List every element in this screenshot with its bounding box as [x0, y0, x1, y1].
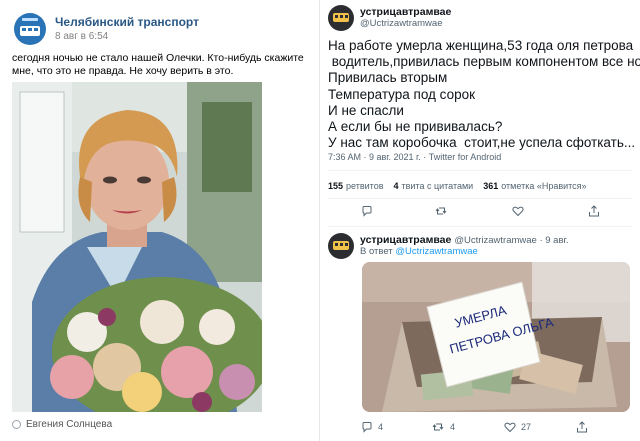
tweet-line: Температура под сорок	[328, 86, 475, 102]
tweet-line: А если бы не прививалась?	[328, 119, 503, 135]
author-pin-icon	[12, 420, 21, 429]
tweet-line: На работе умерла женщина,53 года оля пет…	[328, 38, 634, 53]
reply-actions: 4 4 27	[320, 421, 640, 435]
retweet-count: 4	[450, 422, 456, 432]
photo-author[interactable]: Евгения Солнцева	[12, 419, 112, 430]
tweet-author-avatar[interactable]	[328, 5, 354, 31]
tweet-line: У нас там коробочка стоит,не успела сфот…	[328, 135, 636, 151]
like-count: 27	[521, 422, 532, 432]
post-date[interactable]: 8 авг в 6:54	[55, 31, 108, 42]
share-icon[interactable]	[576, 421, 588, 433]
retweet-icon[interactable]	[432, 421, 444, 433]
tweet-actions	[320, 205, 640, 219]
reply-icon[interactable]	[361, 421, 373, 433]
separator	[328, 226, 632, 227]
reply-author-block[interactable]: устрицавтрамвае @Uctrizawtramwae · 9 авг…	[360, 234, 568, 246]
reply-display-name[interactable]: устрицавтрамвае	[360, 234, 451, 246]
tweet-timestamp[interactable]: 7:36 AM · 9 авг. 2021 г. · Twitter for A…	[328, 152, 501, 162]
tram-avatar-icon	[333, 241, 349, 250]
tram-avatar-icon	[333, 13, 349, 22]
retweet-icon[interactable]	[435, 205, 447, 217]
like-icon[interactable]	[512, 205, 524, 217]
reply-icon[interactable]	[361, 205, 373, 217]
likes-stat[interactable]: 361 отметка «Нравится»	[483, 181, 586, 191]
separator	[328, 198, 632, 199]
share-icon[interactable]	[588, 205, 600, 217]
reply-photo[interactable]: УМЕРЛА ПЕТРОВА ОЛЬГА	[362, 262, 630, 412]
retweets-stat[interactable]: 155 ретвитов	[328, 181, 383, 191]
post-photo[interactable]	[12, 82, 262, 412]
tweet-line: И не спасли	[328, 102, 404, 118]
photo-author-name: Евгения Солнцева	[26, 419, 113, 430]
bus-logo-icon	[20, 26, 40, 36]
reply-context: В ответ @Uctrizawtramwae	[360, 246, 478, 257]
tweet-line: водитель,привилась первым компонентом вс…	[328, 54, 640, 70]
reply-prefix: В ответ	[360, 246, 393, 257]
quotes-stat[interactable]: 4 твита с цитатами	[393, 181, 473, 191]
tweet-display-name[interactable]: устрицавтрамвае	[360, 6, 451, 18]
reply-handle-date[interactable]: @Uctrizawtramwae · 9 авг.	[454, 235, 568, 246]
group-name[interactable]: Челябинский транспорт	[55, 15, 199, 29]
woman-with-bouquet-image	[12, 82, 262, 412]
tweet-body: На работе умерла женщина,53 года оля пет…	[328, 38, 640, 151]
tweet-author-block[interactable]: устрицавтрамвае @Uctrizawtramwae	[360, 6, 451, 29]
reply-author-avatar[interactable]	[328, 233, 354, 259]
like-icon[interactable]	[504, 421, 516, 433]
logo-stripe	[22, 18, 38, 21]
tweet-handle[interactable]: @Uctrizawtramwae	[360, 18, 451, 29]
separator	[328, 170, 632, 171]
reply-count: 4	[378, 422, 384, 432]
tweet-stats: 155 ретвитов 4 твита с цитатами 361 отметка…	[328, 181, 587, 191]
tweet-line: Привилась вторым	[328, 70, 448, 86]
vk-post: Челябинский транспорт 8 авг в 6:54 сегод…	[0, 0, 319, 441]
post-text: сегодня ночью не стало нашей Олечки. Кто…	[12, 52, 304, 77]
group-avatar[interactable]	[14, 13, 46, 45]
reply-to-link[interactable]: @Uctrizawtramwae	[395, 246, 478, 257]
